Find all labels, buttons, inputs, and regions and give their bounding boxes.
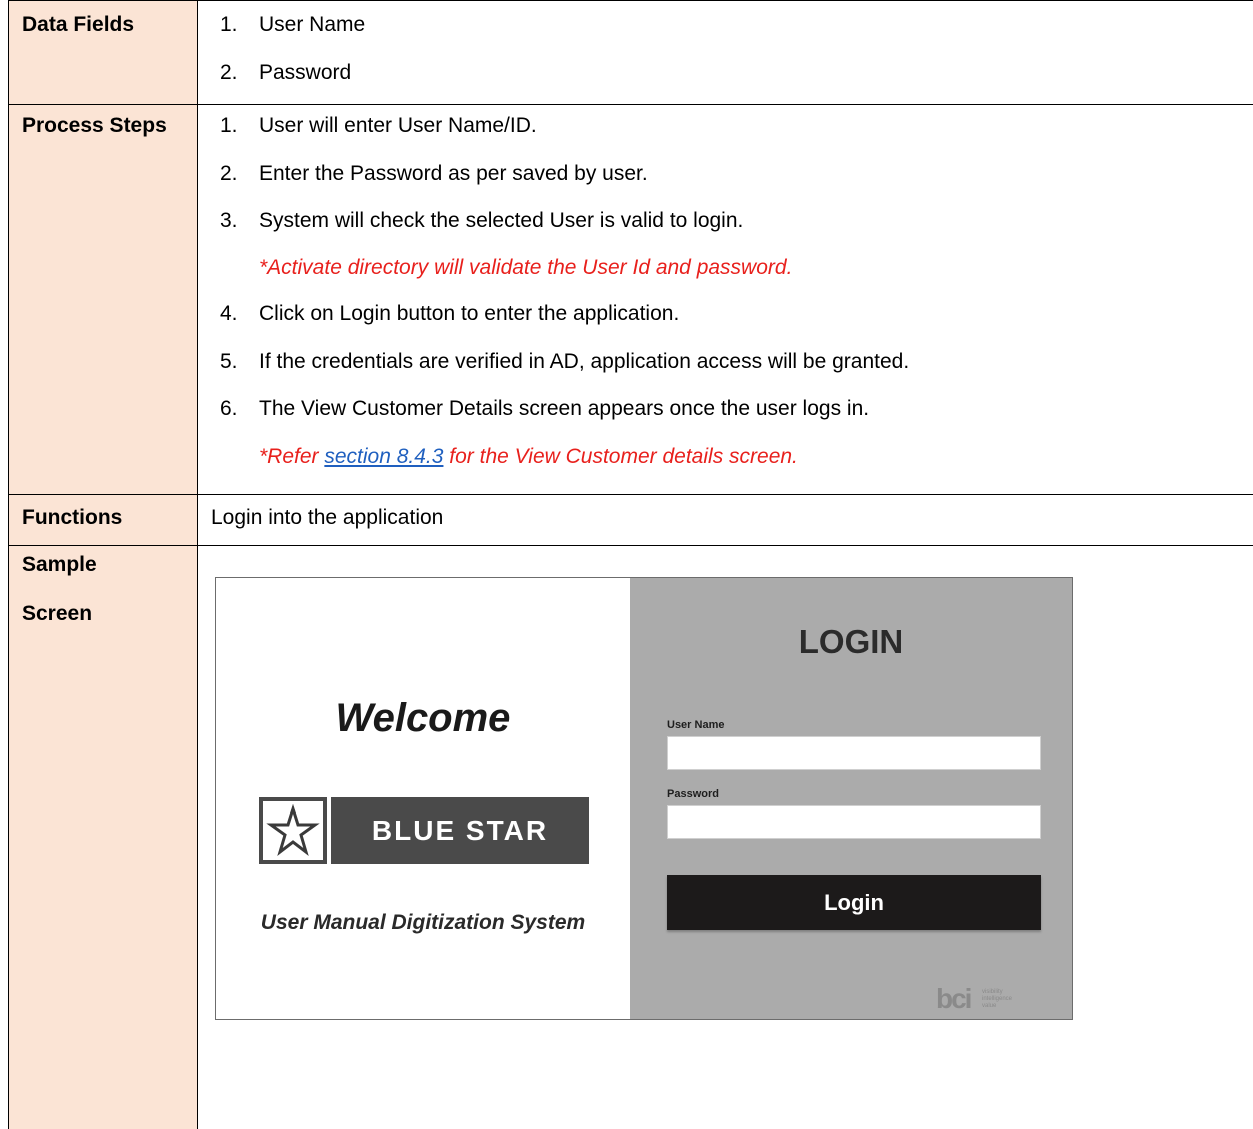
note-refer-suffix: for the View Customer details screen.: [443, 445, 798, 468]
note-refer-section: *Refer section 8.4.3 for the View Custom…: [259, 445, 798, 469]
label-cell-process-steps: Process Steps: [8, 105, 197, 494]
list-item: 4. Click on Login button to enter the app…: [220, 302, 679, 326]
item-number: 6.: [220, 397, 238, 420]
brand-name: BLUE STAR: [371, 815, 549, 846]
note-ad-validation: *Activate directory will validate the Us…: [259, 256, 793, 279]
bci-logo: bci visibility intelligence value: [936, 981, 1048, 1017]
item-text: Click on Login button to enter the appli…: [259, 302, 680, 325]
row-functions: Functions Login into the application: [0, 495, 1253, 545]
list-item: 1. User will enter User Name/ID.: [220, 114, 537, 138]
functions-text: Login into the application: [211, 506, 444, 529]
list-item: 3. System will check the selected User is…: [220, 209, 743, 233]
welcome-heading: Welcome: [335, 696, 511, 740]
table-divider: [8, 104, 1253, 105]
table-border-left: [8, 0, 9, 1129]
label-cell-data-fields: Data Fields: [8, 0, 197, 104]
password-input[interactable]: [667, 805, 1041, 839]
item-text: Password: [259, 61, 352, 84]
bci-tag-line: intelligence: [982, 996, 1013, 1002]
password-label: Password: [667, 788, 719, 800]
table-divider: [8, 494, 1253, 495]
label-sample: Sample: [22, 553, 97, 576]
username-input[interactable]: [667, 736, 1041, 770]
label-process-steps: Process Steps: [22, 114, 167, 137]
login-panel: LOGIN User Name Password Login bci visib…: [630, 578, 1072, 1019]
item-text: The View Customer Details screen appears…: [259, 397, 870, 420]
sample-login-screen: Welcome BLUE STAR User Manual Digitizati…: [215, 577, 1073, 1020]
list-item: 5. If the credentials are verified in AD,…: [220, 350, 909, 374]
system-subtitle: User Manual Digitization System: [260, 911, 586, 934]
content-functions: Login into the application: [197, 495, 1253, 545]
label-cell-sample-screen: Sample Screen: [8, 546, 197, 1129]
label-cell-functions: Functions: [8, 495, 197, 545]
brand-name-box: BLUE STAR: [331, 797, 589, 864]
table-border-top: [8, 0, 1253, 1]
item-number: 3.: [220, 209, 238, 232]
item-text: If the credentials are verified in AD, a…: [259, 350, 910, 373]
section-link[interactable]: section 8.4.3: [324, 445, 443, 468]
username-label: User Name: [667, 719, 725, 731]
item-text: User Name: [259, 13, 366, 36]
bci-tag-line: visibility: [982, 989, 1003, 995]
row-process-steps: Process Steps 1. User will enter User Nam…: [0, 105, 1253, 494]
item-number: 2.: [220, 61, 238, 84]
row-data-fields: Data Fields 1. User Name 2. Password: [0, 0, 1253, 104]
list-item: 1. User Name: [220, 13, 365, 37]
login-button[interactable]: Login: [667, 875, 1041, 930]
star-icon: [266, 803, 320, 857]
star-emblem: [259, 797, 327, 864]
blue-star-logo: BLUE STAR: [259, 797, 589, 864]
item-number: 2.: [220, 162, 238, 185]
login-title: LOGIN: [798, 623, 904, 660]
table-column-divider: [197, 0, 198, 1129]
bci-mark: bci: [936, 983, 972, 1014]
content-data-fields: 1. User Name 2. Password: [197, 0, 1253, 104]
bci-tagline: visibility intelligence value: [982, 989, 1012, 1010]
label-data-fields: Data Fields: [22, 13, 135, 36]
list-item: 2. Password: [220, 61, 351, 85]
item-text: System will check the selected User is v…: [259, 209, 744, 232]
note-refer-prefix: *Refer: [259, 445, 325, 468]
content-process-steps: 1. User will enter User Name/ID. 2. Enter …: [197, 105, 1253, 494]
list-item: 2. Enter the Password as per saved by use…: [220, 162, 648, 186]
label-screen: Screen: [22, 602, 93, 625]
item-number: 1.: [220, 13, 238, 36]
item-number: 1.: [220, 114, 238, 137]
item-number: 5.: [220, 350, 238, 373]
label-functions: Functions: [22, 506, 123, 529]
table-divider: [8, 545, 1253, 546]
list-item: 6. The View Customer Details screen appea…: [220, 397, 869, 421]
item-number: 4.: [220, 302, 238, 325]
welcome-panel: Welcome BLUE STAR User Manual Digitizati…: [216, 578, 630, 1019]
bci-tag-line: value: [982, 1003, 997, 1009]
item-text: Enter the Password as per saved by user.: [259, 162, 648, 185]
item-text: User will enter User Name/ID.: [259, 114, 537, 137]
